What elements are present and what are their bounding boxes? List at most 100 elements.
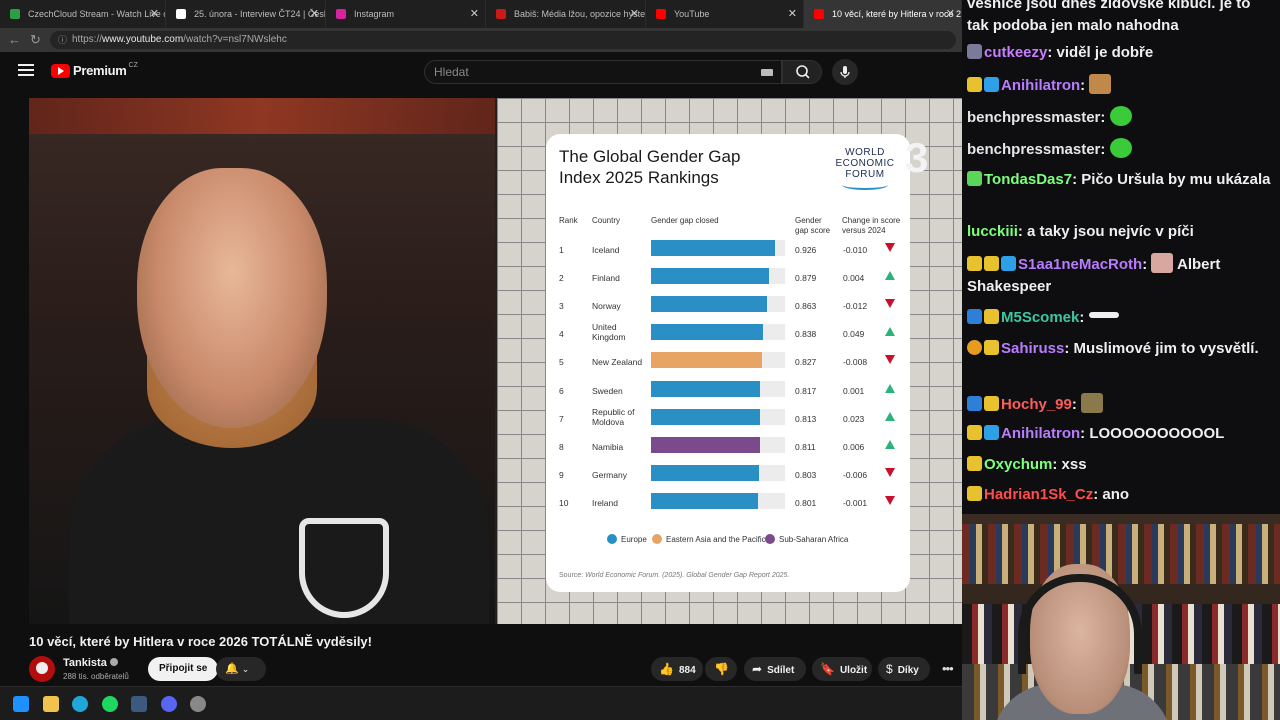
search-input[interactable]: Hledat bbox=[424, 60, 782, 84]
country-cell: Iceland bbox=[592, 245, 620, 255]
thanks-button[interactable]: $ Díky bbox=[878, 657, 930, 681]
app-icon[interactable] bbox=[190, 696, 206, 712]
address-bar-row: ← ↻ ⓘ https://www.youtube.com/watch?v=ns… bbox=[0, 28, 962, 52]
table-row: 9 Germany 0.803 -0.006 bbox=[559, 461, 899, 487]
change-cell: -0.008 bbox=[843, 357, 868, 368]
search-button[interactable] bbox=[782, 60, 822, 84]
rank-cell: 10 bbox=[559, 497, 569, 508]
close-tab-icon[interactable]: ✕ bbox=[788, 0, 797, 28]
join-button[interactable]: Připojit se bbox=[148, 657, 219, 681]
legend-swatch bbox=[652, 534, 662, 544]
discord-icon[interactable] bbox=[161, 696, 177, 712]
wef-logo-arc bbox=[842, 180, 888, 190]
file-explorer-icon[interactable] bbox=[43, 696, 59, 712]
browser-tab[interactable]: YouTube ✕ bbox=[646, 0, 804, 28]
menu-icon[interactable] bbox=[18, 64, 34, 78]
country-cell: Republic of Moldova bbox=[592, 406, 635, 427]
stream-chat: vesnice jsou dnes židovské kibucí. je to… bbox=[962, 0, 1280, 514]
chat-badge-icon bbox=[967, 456, 982, 471]
voice-search-button[interactable] bbox=[832, 59, 858, 85]
windows-taskbar bbox=[0, 686, 962, 720]
presenter-face bbox=[137, 168, 327, 428]
chevron-down-icon: ⌄ bbox=[241, 664, 250, 674]
score-bar bbox=[651, 380, 761, 397]
headset bbox=[1018, 574, 1142, 674]
steam-icon[interactable] bbox=[131, 696, 147, 712]
country-cell: Finland bbox=[592, 273, 620, 284]
windows-start-icon[interactable] bbox=[13, 696, 29, 712]
arrow-down-icon bbox=[885, 495, 895, 505]
score-bar bbox=[651, 296, 767, 313]
save-button[interactable]: 🔖 Uložit bbox=[812, 657, 872, 681]
arrow-down-icon bbox=[885, 243, 895, 252]
presenter-shirt bbox=[69, 418, 489, 624]
column-header: Country bbox=[592, 216, 621, 225]
browser-tab-active[interactable]: 10 věcí, které by Hitlera v roce 202 ✕ bbox=[804, 0, 962, 28]
arrow-up-icon bbox=[885, 271, 895, 281]
like-button[interactable]: 👍 884 bbox=[651, 657, 703, 681]
channel-name[interactable]: Tankista bbox=[63, 657, 118, 669]
close-tab-icon[interactable]: ✕ bbox=[150, 0, 159, 28]
change-cell: 0.006 bbox=[843, 441, 865, 452]
score-bar bbox=[651, 436, 760, 453]
emote-icon bbox=[1088, 312, 1119, 318]
country-cell: Germany bbox=[592, 469, 627, 480]
column-header: Rank bbox=[559, 216, 578, 225]
url-field[interactable]: ⓘ https://www.youtube.com/watch?v=nsl7NW… bbox=[50, 31, 956, 49]
chat-message: Hadrian1Sk_Cz: ano bbox=[967, 484, 1275, 506]
chat-badge-icon bbox=[967, 425, 982, 440]
tab-favicon-icon bbox=[814, 9, 824, 19]
youtube-page: Premium CZ Hledat The Global Gender Gap I bbox=[0, 52, 962, 686]
table-row: 1 Iceland 0.926 -0.010 bbox=[559, 236, 899, 262]
rank-cell: 3 bbox=[559, 301, 564, 312]
close-tab-icon[interactable]: ✕ bbox=[310, 0, 319, 28]
score-cell: 0.879 bbox=[795, 273, 817, 284]
keyboard-icon[interactable] bbox=[761, 69, 773, 76]
chat-message: benchpressmaster: bbox=[967, 106, 1275, 129]
chat-badge-icon bbox=[984, 425, 999, 440]
change-cell: -0.010 bbox=[843, 245, 868, 255]
close-tab-icon[interactable]: ✕ bbox=[946, 0, 955, 28]
dislike-button[interactable]: 👎 bbox=[705, 657, 737, 681]
channel-avatar[interactable] bbox=[29, 656, 55, 682]
score-cell: 0.803 bbox=[795, 469, 817, 480]
youtube-logo[interactable]: Premium CZ bbox=[51, 62, 138, 78]
tab-favicon-icon bbox=[10, 9, 20, 19]
shirt-logo bbox=[299, 518, 389, 618]
change-cell: 0.023 bbox=[843, 413, 865, 424]
video-player[interactable]: The Global Gender Gap Index 2025 Rankings… bbox=[29, 98, 962, 624]
score-bar bbox=[651, 268, 769, 285]
share-icon: ➦ bbox=[752, 662, 763, 676]
browser-tab[interactable]: Instagram ✕ bbox=[326, 0, 486, 28]
back-icon[interactable]: ← bbox=[8, 32, 21, 48]
site-info-icon[interactable]: ⓘ bbox=[58, 31, 67, 49]
score-cell: 0.838 bbox=[795, 329, 817, 340]
close-tab-icon[interactable]: ✕ bbox=[630, 0, 639, 28]
score-cell: 0.827 bbox=[795, 357, 817, 368]
browser-tab[interactable]: CzechCloud Stream - Watch Live o ✕ bbox=[0, 0, 166, 28]
tab-favicon-icon bbox=[496, 9, 506, 19]
more-actions-icon[interactable]: ••• bbox=[942, 661, 954, 676]
rank-cell: 2 bbox=[559, 273, 564, 284]
spotify-icon[interactable] bbox=[102, 696, 118, 712]
share-button[interactable]: ➦ Sdílet bbox=[744, 657, 806, 681]
chat-badge-icon bbox=[967, 340, 982, 355]
change-cell: -0.006 bbox=[843, 469, 868, 480]
arrow-up-icon bbox=[885, 439, 895, 449]
chat-message: Anihilatron: LOOOOOOOOOOL bbox=[967, 423, 1275, 445]
chat-badge-icon bbox=[984, 340, 999, 355]
arrow-down-icon bbox=[885, 467, 895, 477]
chat-badge-icon bbox=[967, 44, 982, 59]
notification-bell-button[interactable]: 🔔 ⌄ bbox=[216, 657, 266, 681]
score-cell: 0.813 bbox=[795, 413, 817, 424]
score-cell: 0.801 bbox=[795, 497, 817, 508]
browser-tab[interactable]: 25. února - Interview ČT24 | Česká ✕ bbox=[166, 0, 326, 28]
edge-browser-icon[interactable] bbox=[72, 696, 88, 712]
reload-icon[interactable]: ↻ bbox=[30, 32, 41, 48]
bookshelf bbox=[962, 524, 1280, 584]
chat-message: cutkeezy: viděl je dobře bbox=[967, 42, 1275, 64]
chat-badge-icon bbox=[984, 77, 999, 92]
table-row: 4 United Kingdom 0.838 0.049 bbox=[559, 320, 899, 346]
close-tab-icon[interactable]: ✕ bbox=[470, 0, 479, 28]
browser-tab[interactable]: Babiš: Média lžou, opozice hyster ✕ bbox=[486, 0, 646, 28]
